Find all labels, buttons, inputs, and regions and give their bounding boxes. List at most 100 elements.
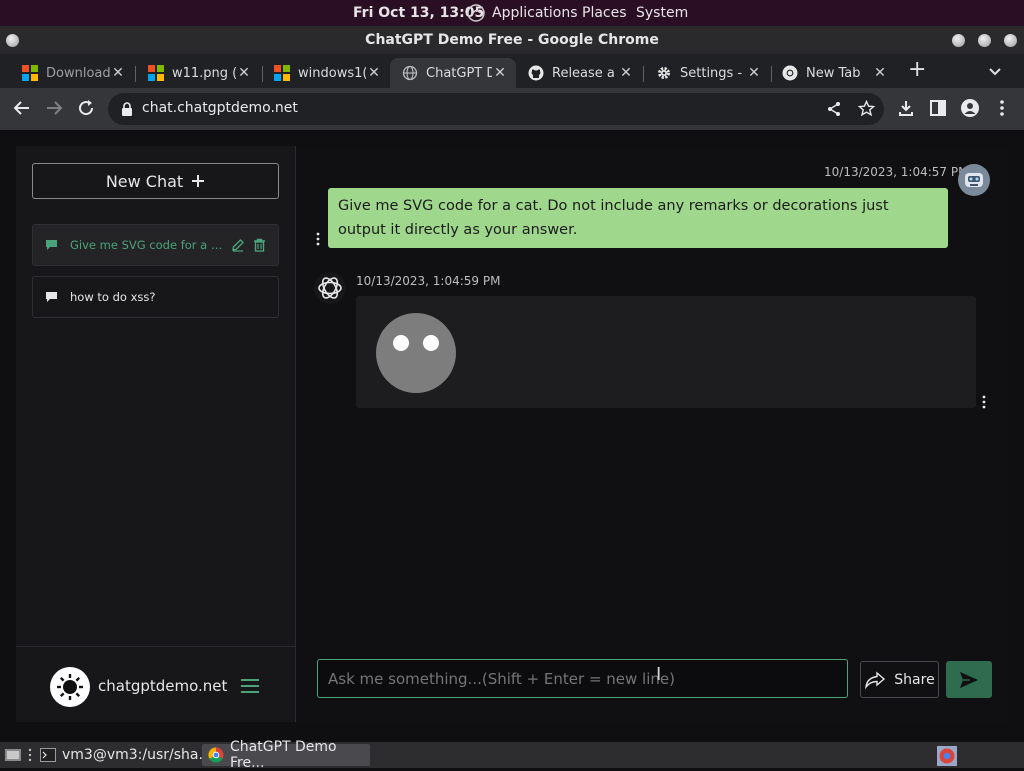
minimize-button[interactable] <box>952 34 965 47</box>
chat-bubble-icon <box>45 291 58 303</box>
globe-icon <box>402 65 418 81</box>
profile-icon[interactable] <box>960 98 980 118</box>
conversation-title: Give me SVG code for a cat. Do not inclu… <box>70 238 225 252</box>
message-timestamp: 10/13/2023, 1:04:59 PM <box>356 274 501 288</box>
tab-chatgpt-demo[interactable]: ChatGPT D ✕ <box>390 58 516 88</box>
close-tab-icon[interactable]: ✕ <box>366 65 382 81</box>
show-desktop-icon[interactable] <box>4 746 22 764</box>
plus-icon <box>191 174 205 188</box>
edit-pencil-icon[interactable] <box>231 238 245 252</box>
reload-icon[interactable] <box>76 98 96 118</box>
download-icon[interactable] <box>896 98 916 118</box>
tab-release[interactable]: Release a ✕ <box>516 58 642 88</box>
user-message: Give me SVG code for a cat. Do not inclu… <box>328 188 948 248</box>
site-info-icon[interactable] <box>120 101 134 117</box>
openai-logo-icon <box>314 272 346 304</box>
desktop-taskbar: vm3@vm3:/usr/sha... ChatGPT Demo Fre... <box>0 739 1024 771</box>
text-cursor-icon: I <box>656 664 662 685</box>
chrome-icon <box>782 65 798 81</box>
browser-toolbar: chat.chatgptdemo.net <box>0 88 1024 130</box>
windows-logo-icon <box>22 65 38 81</box>
share-button[interactable]: Share <box>860 661 939 698</box>
gnome-foot-icon <box>466 3 486 23</box>
window-title: ChatGPT Demo Free - Google Chrome <box>365 32 659 48</box>
tab-strip: Download ✕ w11.png (4 ✕ windows1( ✕ Chat… <box>0 54 1024 88</box>
rendered-cat-svg <box>376 313 456 393</box>
close-tab-icon[interactable]: ✕ <box>872 65 888 81</box>
close-window-button[interactable] <box>1004 34 1017 47</box>
tab-search-chevron-down-icon[interactable] <box>988 64 1002 78</box>
site-name: chatgptdemo.net <box>98 677 228 695</box>
close-tab-icon[interactable]: ✕ <box>236 65 252 81</box>
chat-panel: 10/13/2023, 1:04:57 PM Give me SVG code … <box>296 146 1008 722</box>
tab-w11-png[interactable]: w11.png (4 ✕ <box>136 58 260 88</box>
address-bar[interactable]: chat.chatgptdemo.net <box>108 93 884 125</box>
browser-menu-kebab-icon[interactable] <box>994 98 1010 118</box>
maximize-button[interactable] <box>978 34 991 47</box>
share-page-icon[interactable] <box>826 101 842 117</box>
github-icon <box>528 65 544 81</box>
desktop-top-bar: Fri Oct 13, 13:05 Applications Places Sy… <box>0 0 1024 26</box>
taskbar-chrome[interactable]: ChatGPT Demo Fre... <box>202 739 370 771</box>
tab-title: ChatGPT D <box>426 65 492 81</box>
sun-icon <box>56 673 84 701</box>
share-label: Share <box>894 671 935 688</box>
close-tab-icon[interactable]: ✕ <box>618 65 634 81</box>
tab-settings[interactable]: Settings - ✕ <box>644 58 770 88</box>
close-tab-icon[interactable]: ✕ <box>110 65 126 81</box>
taskbar-terminal[interactable]: vm3@vm3:/usr/sha... <box>34 744 218 766</box>
bookmark-star-icon[interactable] <box>858 100 875 117</box>
conversation-title: how to do xss? <box>70 290 156 304</box>
clock[interactable]: Fri Oct 13, 13:05 <box>353 5 484 21</box>
close-tab-icon[interactable]: ✕ <box>492 65 508 81</box>
web-page: New Chat Give me SVG code for a cat. Do … <box>0 130 1024 740</box>
gear-icon <box>656 65 672 81</box>
new-chat-label: New Chat <box>105 171 184 191</box>
new-tab-plus-icon[interactable]: + <box>908 59 926 81</box>
message-options-kebab-icon[interactable] <box>981 395 987 409</box>
theme-toggle-button[interactable] <box>50 667 90 707</box>
message-options-kebab-icon[interactable] <box>315 232 321 246</box>
url-text: chat.chatgptdemo.net <box>142 100 298 116</box>
applications-menu-label: Applications <box>492 5 578 21</box>
chat-bubble-icon <box>45 239 58 251</box>
delete-trash-icon[interactable] <box>253 238 266 252</box>
windows-logo-icon <box>148 65 164 81</box>
sidebar-footer: chatgptdemo.net <box>16 646 295 722</box>
conversation-item[interactable]: how to do xss? <box>32 276 279 318</box>
message-timestamp: 10/13/2023, 1:04:57 PM <box>824 165 969 179</box>
tab-new-tab[interactable]: New Tab ✕ <box>770 58 896 88</box>
user-robot-avatar <box>958 164 990 196</box>
conversation-item[interactable]: Give me SVG code for a cat. Do not inclu… <box>32 224 279 266</box>
applications-menu[interactable]: Applications <box>466 3 578 23</box>
message-input[interactable] <box>317 659 848 698</box>
places-menu[interactable]: Places <box>582 5 627 21</box>
tab-windows10[interactable]: windows1( ✕ <box>262 58 390 88</box>
tab-title: Settings - <box>680 65 743 81</box>
windows-logo-icon <box>274 65 290 81</box>
tray-chrome-icon[interactable] <box>937 746 957 766</box>
tab-title: Release a <box>552 65 615 81</box>
forward-arrow-icon[interactable] <box>44 98 64 118</box>
send-button[interactable] <box>946 661 992 698</box>
taskbar-handle-icon <box>28 748 32 762</box>
tab-title: windows1( <box>298 65 366 81</box>
chrome-icon <box>208 747 224 763</box>
taskbar-item-label: vm3@vm3:/usr/sha... <box>62 747 212 763</box>
hamburger-menu-icon[interactable] <box>240 678 260 694</box>
side-panel-icon[interactable] <box>928 98 948 118</box>
close-tab-icon[interactable]: ✕ <box>746 65 762 81</box>
taskbar-item-label: ChatGPT Demo Fre... <box>230 739 337 771</box>
tab-title: w11.png (4 <box>172 65 236 81</box>
new-chat-button[interactable]: New Chat <box>32 163 279 199</box>
sidebar: New Chat Give me SVG code for a cat. Do … <box>16 146 296 722</box>
window-title-bar[interactable]: ChatGPT Demo Free - Google Chrome <box>0 26 1024 54</box>
system-menu[interactable]: System <box>636 5 688 21</box>
tab-download[interactable]: Download ✕ <box>10 58 134 88</box>
assistant-message <box>356 296 976 408</box>
tab-title: New Tab <box>806 65 861 81</box>
back-arrow-icon[interactable] <box>12 98 32 118</box>
send-paper-plane-icon <box>959 671 979 689</box>
share-arrow-icon <box>864 670 886 689</box>
tab-title: Download <box>46 65 110 81</box>
